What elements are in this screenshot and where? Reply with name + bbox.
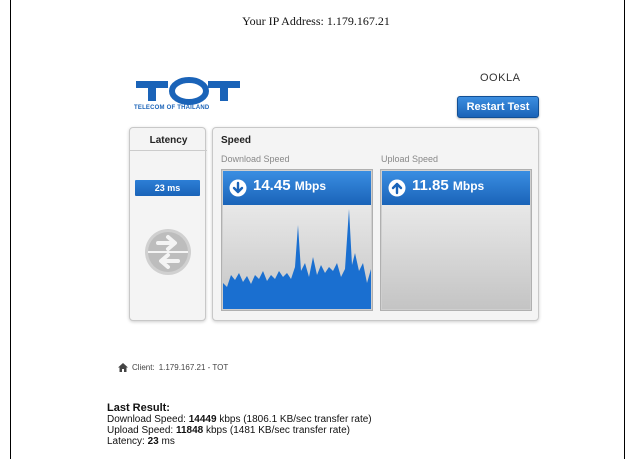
ip-value: 1.179.167.21 <box>326 14 390 28</box>
latency-panel: Latency 23 ms <box>129 127 207 321</box>
latency-value-badge: 23 ms <box>135 180 200 196</box>
download-speed-value: 14.45 Mbps <box>253 177 326 194</box>
ip-label: Your IP Address: <box>242 14 324 28</box>
last-result-upload: Upload Speed: 11848 kbps (1481 KB/sec tr… <box>107 425 372 436</box>
home-icon <box>118 363 128 372</box>
client-label: Client: <box>132 363 155 372</box>
page-border-left <box>10 0 11 459</box>
upload-graph-area <box>382 205 530 309</box>
arrows-circle-icon <box>145 229 191 275</box>
upload-gauge-header: 11.85 Mbps <box>382 171 530 205</box>
last-download-label: Download Speed: <box>107 414 186 425</box>
client-info: Client: 1.179.167.21 - TOT <box>118 363 228 372</box>
latency-divider <box>130 150 207 151</box>
upload-speed-label: Upload Speed <box>381 154 439 164</box>
last-result-section: Last Result: Download Speed: 14449 kbps … <box>107 402 372 448</box>
last-latency-value: 23 <box>147 436 159 447</box>
client-value: 1.179.167.21 - TOT <box>158 363 229 372</box>
last-download-kbps: 14449 <box>188 414 217 425</box>
upload-speed-value: 11.85 Mbps <box>412 177 484 194</box>
ip-address-line: Your IP Address: 1.179.167.21 <box>0 14 632 29</box>
last-result-latency: Latency: 23 ms <box>107 436 372 447</box>
download-gauge: 14.45 Mbps <box>221 169 373 311</box>
logo-tagline: TELECOM OF THAILAND <box>134 105 210 111</box>
speed-title: Speed <box>221 135 252 146</box>
upload-speed-unit: Mbps <box>452 179 485 193</box>
last-upload-detail: kbps (1481 KB/sec transfer rate) <box>206 425 350 436</box>
download-speed-graph <box>223 209 371 309</box>
upload-gauge: 11.85 Mbps <box>380 169 532 311</box>
download-speed-unit: Mbps <box>294 179 327 193</box>
last-upload-label: Upload Speed: <box>107 425 174 436</box>
upload-speed-number: 11.85 <box>412 177 449 194</box>
tot-logo <box>136 77 240 105</box>
download-graph-area <box>223 205 371 309</box>
latency-title: Latency <box>149 135 188 146</box>
last-upload-kbps: 11848 <box>175 425 204 436</box>
last-latency-label: Latency: <box>107 436 145 447</box>
last-result-title: Last Result: <box>107 402 170 414</box>
arrow-down-circle-icon <box>229 179 247 197</box>
last-latency-unit: ms <box>161 436 175 447</box>
last-download-detail: kbps (1806.1 KB/sec transfer rate) <box>219 414 372 425</box>
page-border-right <box>624 0 625 459</box>
arrow-up-circle-icon <box>388 179 406 197</box>
download-speed-number: 14.45 <box>253 177 291 194</box>
last-result-download: Download Speed: 14449 kbps (1806.1 KB/se… <box>107 414 372 425</box>
speed-panel: Speed Download Speed Upload Speed 14.45 … <box>212 127 539 321</box>
ookla-logo: OOKLA <box>480 72 521 84</box>
restart-test-button[interactable]: Restart Test <box>457 96 539 118</box>
download-gauge-header: 14.45 Mbps <box>223 171 371 205</box>
download-speed-label: Download Speed <box>221 154 290 164</box>
